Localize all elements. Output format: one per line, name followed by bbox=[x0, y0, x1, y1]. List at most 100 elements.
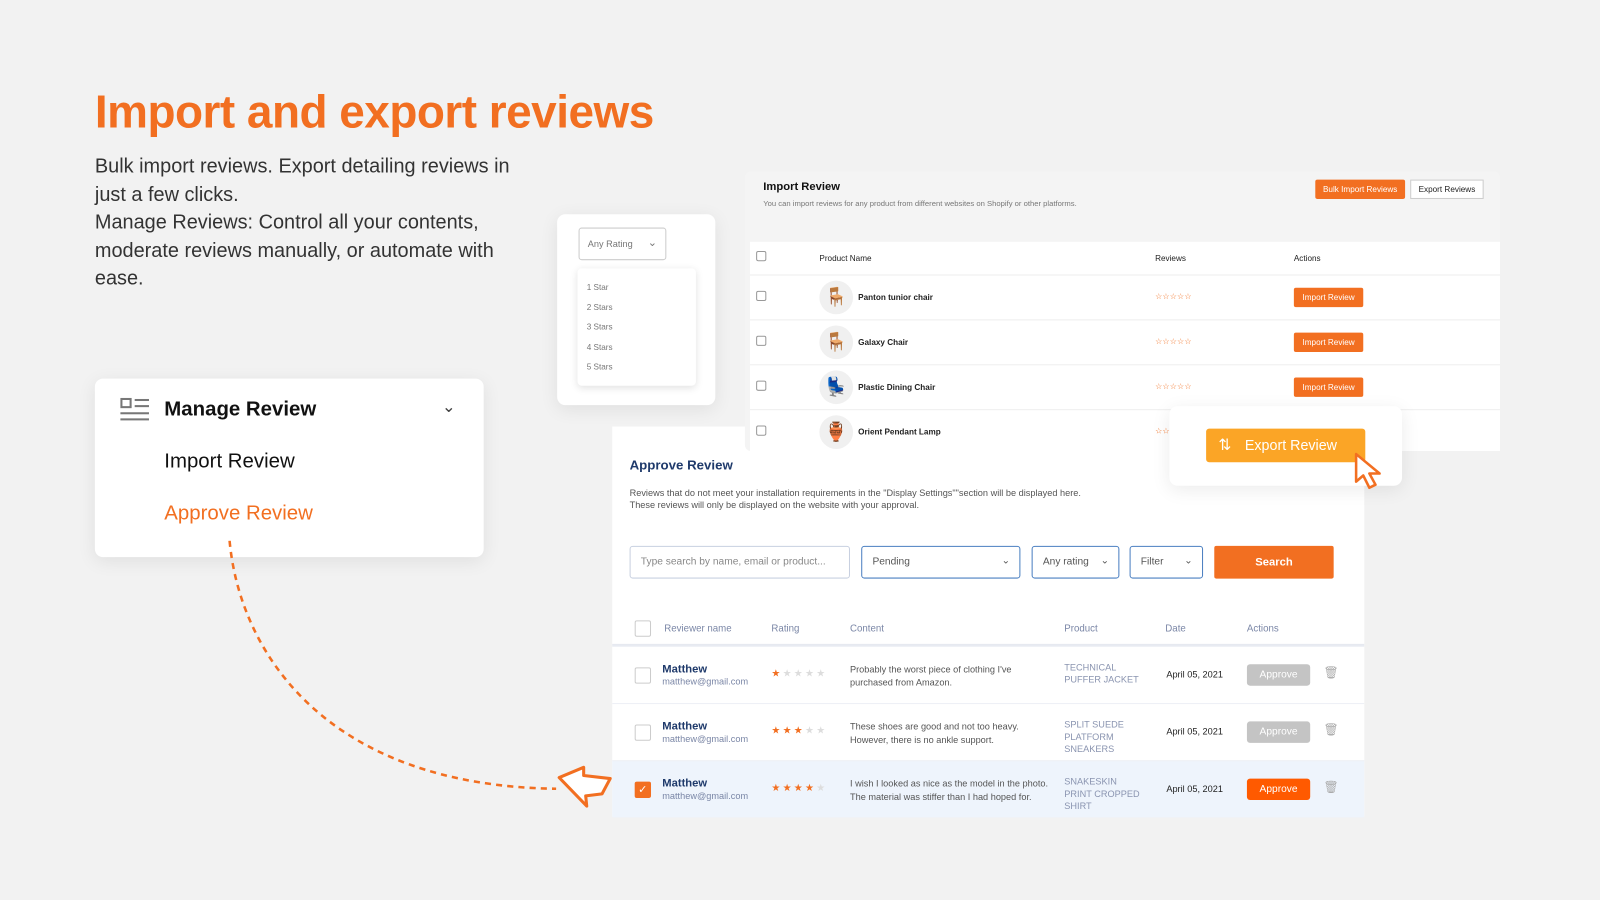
product-name: Galaxy Chair bbox=[858, 337, 909, 347]
chevron-down-icon: ⌄ bbox=[647, 236, 658, 249]
product-thumbnail: 🪑 bbox=[819, 280, 854, 315]
star-icon: ★ bbox=[771, 725, 783, 737]
review-row: Matthew matthew@gmail.com ★★★★★ Probably… bbox=[612, 645, 1365, 703]
star-icon: ★ bbox=[793, 725, 805, 737]
star-icon: ★ bbox=[782, 725, 794, 737]
review-content: Probably the worst piece of clothing I'v… bbox=[849, 664, 1012, 688]
reviewer-email: matthew@gmail.com bbox=[662, 733, 749, 744]
reviewer-email: matthew@gmail.com bbox=[662, 676, 749, 687]
col-actions: Actions bbox=[1246, 623, 1279, 635]
row-checkbox[interactable] bbox=[634, 724, 652, 741]
star-rating: ☆☆☆☆☆ bbox=[1155, 381, 1192, 391]
star-icon: ★ bbox=[771, 668, 783, 680]
product-name: Panton tunior chair bbox=[858, 292, 933, 303]
rating-option[interactable]: 4 Stars bbox=[578, 342, 696, 362]
cursor-pointer-icon bbox=[1354, 452, 1381, 490]
rating-option[interactable]: 2 Stars bbox=[578, 303, 696, 323]
col-rating: Rating bbox=[771, 623, 800, 635]
review-rows: Matthew matthew@gmail.com ★★★★★ Probably… bbox=[612, 643, 1365, 818]
star-icon: ★ bbox=[816, 668, 828, 680]
import-review-button[interactable]: Import Review bbox=[1293, 377, 1364, 397]
review-date: April 05, 2021 bbox=[1166, 669, 1223, 680]
reviewer-name: Matthew bbox=[662, 663, 708, 676]
approve-button[interactable]: Approve bbox=[1246, 664, 1311, 686]
search-input[interactable]: Type search by name, email or product... bbox=[629, 545, 850, 579]
rating-select[interactable]: Any Rating ⌄ bbox=[578, 227, 667, 261]
import-review-button[interactable]: Import Review bbox=[1293, 287, 1364, 308]
col-reviewer: Reviewer name bbox=[664, 623, 732, 635]
approve-title: Approve Review bbox=[629, 457, 733, 473]
row-checkbox[interactable] bbox=[756, 425, 767, 436]
export-review-button[interactable]: ⇅ Export Review bbox=[1206, 428, 1366, 463]
rating-filter-select[interactable]: Any rating ⌄ bbox=[1031, 545, 1120, 579]
product-row: 🪑 Panton tunior chair ☆☆☆☆☆ Import Revie… bbox=[749, 274, 1500, 319]
star-icon: ★ bbox=[793, 668, 805, 680]
star-icon: ★ bbox=[782, 782, 794, 794]
star-rating: ☆☆☆☆☆ bbox=[1155, 291, 1192, 302]
star-icon: ★ bbox=[805, 782, 817, 794]
trash-icon[interactable]: 🗑 bbox=[1323, 780, 1339, 794]
star-icon: ★ bbox=[805, 668, 817, 680]
product-thumbnail: 🏺 bbox=[819, 415, 854, 449]
star-icon: ★ bbox=[782, 668, 794, 680]
import-export-arrows-icon: ⇅ bbox=[1218, 436, 1232, 455]
product-thumbnail: 💺 bbox=[819, 370, 854, 405]
review-date: April 05, 2021 bbox=[1166, 726, 1223, 737]
col-content: Content bbox=[849, 623, 884, 635]
col-reviews: Reviews bbox=[1155, 254, 1186, 264]
approve-button[interactable]: Approve bbox=[1246, 778, 1311, 800]
rating-dropdown-card: Any Rating ⌄ 1 Star 2 Stars 3 Stars 4 Sta… bbox=[557, 214, 716, 406]
star-icon: ★ bbox=[816, 725, 828, 737]
col-date: Date bbox=[1165, 623, 1186, 635]
row-checkbox[interactable] bbox=[756, 290, 767, 302]
status-select[interactable]: Pending ⌄ bbox=[861, 545, 1021, 579]
review-content: These shoes are good and not too heavy. … bbox=[849, 721, 1019, 745]
product-name: SNAKESKIN PRINT CROPPED SHIRT bbox=[1064, 776, 1140, 812]
row-checkbox[interactable]: ✓ bbox=[634, 781, 652, 798]
star-rating: ★★★★★ bbox=[771, 783, 827, 794]
star-icon: ★ bbox=[771, 782, 783, 794]
approve-button[interactable]: Approve bbox=[1246, 721, 1311, 743]
star-icon: ★ bbox=[816, 782, 828, 794]
col-product-name: Product Name bbox=[819, 254, 872, 264]
row-checkbox[interactable] bbox=[634, 667, 652, 684]
star-rating: ☆☆☆☆☆ bbox=[1155, 336, 1192, 346]
import-subtitle: You can import reviews for any product f… bbox=[763, 198, 1077, 209]
row-checkbox[interactable] bbox=[756, 380, 767, 391]
chevron-down-icon: ⌄ bbox=[1100, 555, 1110, 567]
star-icon: ★ bbox=[805, 725, 817, 737]
col-product: Product bbox=[1064, 623, 1098, 635]
reviewer-name: Matthew bbox=[662, 777, 708, 790]
bulk-import-button[interactable]: Bulk Import Reviews bbox=[1315, 179, 1406, 199]
chevron-down-icon: ⌄ bbox=[1184, 555, 1193, 567]
rating-option[interactable]: 3 Stars bbox=[578, 322, 696, 342]
review-date: April 05, 2021 bbox=[1166, 783, 1223, 794]
rating-option[interactable]: 5 Stars bbox=[578, 362, 696, 382]
export-reviews-button[interactable]: Export Reviews bbox=[1410, 179, 1484, 199]
review-row: ✓ Matthew matthew@gmail.com ★★★★★ I wish… bbox=[612, 760, 1365, 818]
rating-option[interactable]: 1 Star bbox=[578, 283, 696, 303]
approve-note: Reviews that do not meet your installati… bbox=[629, 487, 1081, 511]
reviewer-name: Matthew bbox=[662, 720, 708, 733]
col-actions: Actions bbox=[1293, 254, 1321, 264]
product-name: SPLIT SUEDE PLATFORM SNEAKERS bbox=[1064, 719, 1124, 755]
star-rating: ★★★★★ bbox=[771, 668, 827, 679]
reviewer-email: matthew@gmail.com bbox=[662, 790, 749, 802]
select-all-checkbox[interactable] bbox=[634, 620, 652, 637]
select-all-checkbox[interactable] bbox=[756, 251, 767, 262]
import-title: Import Review bbox=[763, 180, 840, 193]
review-row: Matthew matthew@gmail.com ★★★★★ These sh… bbox=[612, 703, 1365, 760]
product-name: Plastic Dining Chair bbox=[858, 382, 936, 392]
chevron-down-icon: ⌄ bbox=[1001, 555, 1011, 567]
row-checkbox[interactable] bbox=[756, 335, 767, 346]
search-button[interactable]: Search bbox=[1214, 545, 1334, 579]
product-row: 🪑 Galaxy Chair ☆☆☆☆☆ Import Review bbox=[749, 319, 1500, 364]
filter-select[interactable]: Filter ⌄ bbox=[1129, 545, 1204, 579]
product-row: 💺 Plastic Dining Chair ☆☆☆☆☆ Import Revi… bbox=[749, 364, 1500, 409]
review-content: I wish I looked as nice as the model in … bbox=[849, 778, 1049, 803]
trash-icon[interactable]: 🗑 bbox=[1323, 665, 1339, 679]
import-review-button[interactable]: Import Review bbox=[1293, 332, 1364, 353]
star-icon: ★ bbox=[793, 782, 805, 794]
star-rating: ★★★★★ bbox=[771, 726, 827, 737]
trash-icon[interactable]: 🗑 bbox=[1323, 722, 1339, 736]
